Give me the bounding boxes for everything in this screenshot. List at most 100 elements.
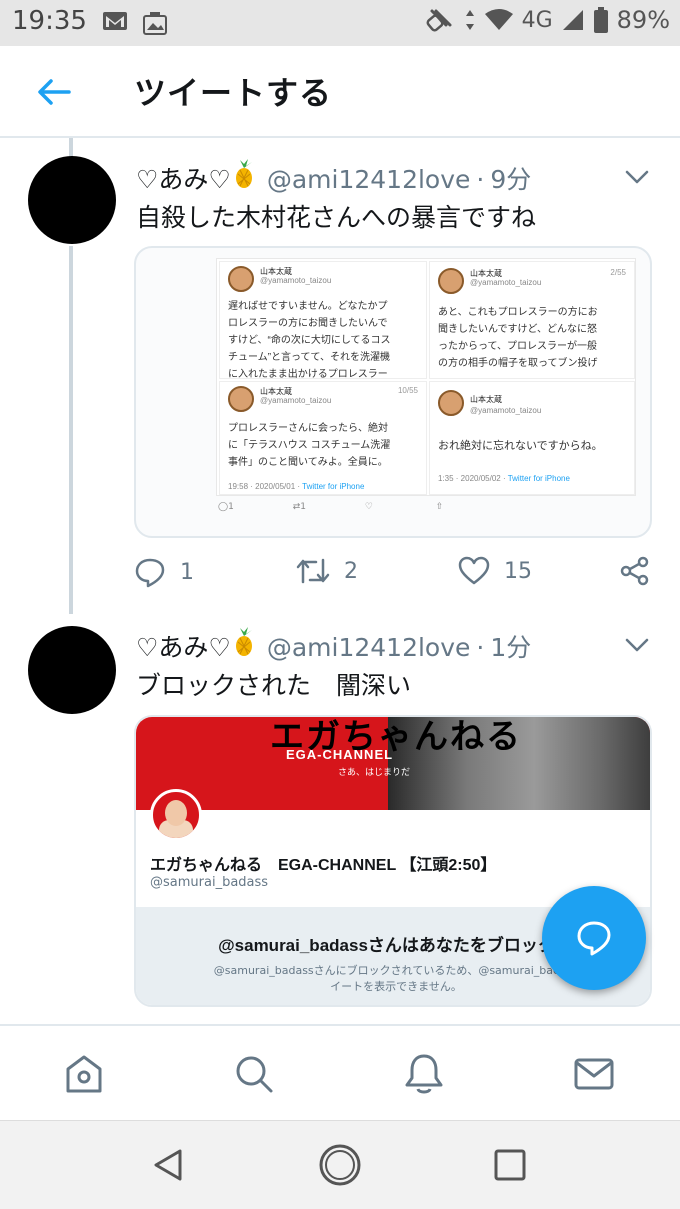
chevron-down-icon[interactable] — [624, 168, 650, 186]
avatar[interactable] — [28, 156, 116, 244]
profile-handle: @samurai_badass — [150, 875, 269, 890]
share-button[interactable] — [620, 556, 650, 586]
tweet-time[interactable]: 9分 — [490, 160, 531, 196]
avatar — [150, 789, 202, 841]
battery-level: 89% — [616, 6, 670, 34]
tab-notifications[interactable] — [402, 1052, 446, 1096]
compose-button[interactable] — [542, 886, 646, 990]
home-icon — [66, 1055, 102, 1093]
reply-icon: ◯ — [218, 502, 229, 512]
arrow-left-icon — [38, 79, 71, 105]
avatar[interactable] — [28, 626, 116, 714]
status-left-icons — [102, 10, 168, 36]
tweet-author-handle[interactable]: @ami12412love — [267, 633, 471, 662]
reply-icon — [135, 558, 165, 588]
recents-square-icon — [494, 1149, 526, 1181]
pineapple-emoji-icon — [235, 627, 252, 656]
heart-icon — [458, 556, 490, 585]
banner-subtitle: EGA-CHANNEL — [286, 747, 394, 762]
avatar — [438, 390, 464, 416]
embedded-text: プロレスラーさんに会ったら、絶対 に「テラスハウス コスチューム洗濯 事件」のこ… — [228, 423, 391, 468]
tweet-actions: 1 2 15 — [134, 556, 654, 596]
embedded-tweet: 山本太蔵 @yamamoto_taizou おれ絶対に忘れないですからね。 1:… — [429, 381, 635, 495]
embedded-handle: @yamamoto_taizou — [470, 406, 542, 415]
data-arrows-icon — [465, 10, 474, 30]
like-count: 15 — [504, 558, 532, 584]
reply-count: 1 — [180, 559, 194, 585]
avatar — [438, 268, 464, 294]
retweet-icon — [296, 558, 330, 584]
embedded-meta: 19:58 · 2020/05/01 · Twitter for iPhone — [228, 482, 365, 491]
embedded-count: 2/55 — [610, 268, 626, 277]
status-time: 19:35 — [12, 6, 87, 36]
profile-banner: エガちゃんねる EGA-CHANNEL さあ、はじまりだ — [136, 717, 650, 810]
nav-home-button[interactable] — [318, 1143, 362, 1187]
page-title: ツイートする — [134, 74, 333, 112]
status-right: 4G 89% — [426, 6, 670, 34]
share-icon: ⇧ — [435, 502, 444, 512]
retweet-button[interactable]: 2 — [296, 556, 358, 586]
embedded-retweet-count: 1 — [300, 502, 306, 512]
tweet-header: ♡あみ♡ @ami12412love · 9分 — [136, 158, 531, 196]
embedded-count: 10/55 — [397, 386, 418, 395]
separator-dot: · — [476, 165, 485, 194]
tweet-author-handle[interactable]: @ami12412love — [267, 165, 471, 194]
signal-icon — [562, 10, 583, 30]
photo-notification-icon — [143, 12, 167, 35]
back-triangle-icon — [154, 1149, 182, 1181]
chevron-down-icon[interactable] — [624, 636, 650, 654]
embedded-tweet: 山本太蔵 @yamamoto_taizou 遅ればせですいません。どなたかプ ロ… — [219, 261, 427, 379]
share-icon — [620, 556, 649, 586]
embedded-text: 遅ればせですいません。どなたかプ ロレスラーの方にお聞きしたいんで すけど、“命… — [228, 301, 391, 379]
nav-recents-button[interactable] — [488, 1143, 532, 1187]
banner-tagline: さあ、はじまりだ — [338, 768, 411, 778]
profile-name: エガちゃんねる EGA-CHANNEL 【江頭2:50】 — [150, 857, 497, 874]
like-button[interactable]: 15 — [458, 556, 532, 586]
compose-reply-icon — [577, 921, 611, 956]
tweet-text: ブロックされた 闇深い — [136, 671, 412, 700]
bottom-tab-bar — [0, 1024, 680, 1120]
quoted-image-card[interactable]: 山本太蔵 @yamamoto_taizou 遅ればせですいません。どなたかプ ロ… — [134, 246, 652, 538]
embedded-reply-count: 1 — [228, 502, 234, 512]
home-circle-icon — [319, 1144, 361, 1186]
pineapple-emoji-icon — [235, 159, 252, 188]
system-nav-bar — [0, 1120, 680, 1209]
retweet-count: 2 — [344, 558, 358, 584]
tab-messages[interactable] — [572, 1052, 616, 1096]
embedded-name: 山本太蔵 — [470, 395, 502, 404]
reply-button[interactable]: 1 — [134, 556, 194, 588]
status-bar: 19:35 4G 89% — [0, 0, 680, 46]
nav-back-button[interactable] — [146, 1143, 190, 1187]
tweet-time[interactable]: 1分 — [490, 628, 531, 664]
nfc-icon — [426, 9, 452, 32]
network-type: 4G — [521, 7, 553, 33]
tweet-text: 自殺した木村花さんへの暴言ですね — [136, 203, 537, 232]
avatar — [228, 386, 254, 412]
embedded-handle: @yamamoto_taizou — [260, 276, 332, 285]
separator-dot: · — [476, 633, 485, 662]
tab-search[interactable] — [232, 1052, 276, 1096]
wifi-icon — [484, 9, 513, 30]
embedded-text: あと、これもプロレスラーの方にお 聞きしたいんですけど、どんなに怒 ったからって… — [438, 307, 598, 369]
thread-line-top — [69, 138, 73, 158]
thread-line — [69, 246, 73, 614]
embedded-meta: 1:35 · 2020/05/02 · Twitter for iPhone — [438, 474, 570, 483]
tab-home[interactable] — [62, 1052, 106, 1096]
app-header: ツイートする — [0, 46, 680, 138]
back-button[interactable] — [34, 74, 74, 110]
notifications-icon — [405, 1054, 443, 1094]
tweet-author-name[interactable]: ♡あみ♡ — [136, 160, 231, 196]
embedded-actions: ◯1 ⇄1 ♡ ⇧ — [218, 502, 443, 512]
heart-icon: ♡ — [364, 502, 373, 512]
screenshot-image: 山本太蔵 @yamamoto_taizou 遅ればせですいません。どなたかプ ロ… — [216, 258, 636, 496]
embedded-handle: @yamamoto_taizou — [470, 278, 542, 287]
tweet-author-name[interactable]: ♡あみ♡ — [136, 628, 231, 664]
messages-icon — [574, 1058, 614, 1090]
embedded-tweet: 山本太蔵 @yamamoto_taizou 2/55 あと、これもプロレスラーの… — [429, 261, 635, 379]
embedded-tweet: 山本太蔵 @yamamoto_taizou 10/55 プロレスラーさんに会った… — [219, 381, 427, 495]
tweet-header: ♡あみ♡ @ami12412love · 1分 — [136, 626, 531, 664]
embedded-text: おれ絶対に忘れないですからね。 — [438, 440, 603, 452]
search-icon — [236, 1056, 273, 1093]
gmail-icon — [103, 12, 127, 30]
battery-icon — [593, 7, 608, 33]
